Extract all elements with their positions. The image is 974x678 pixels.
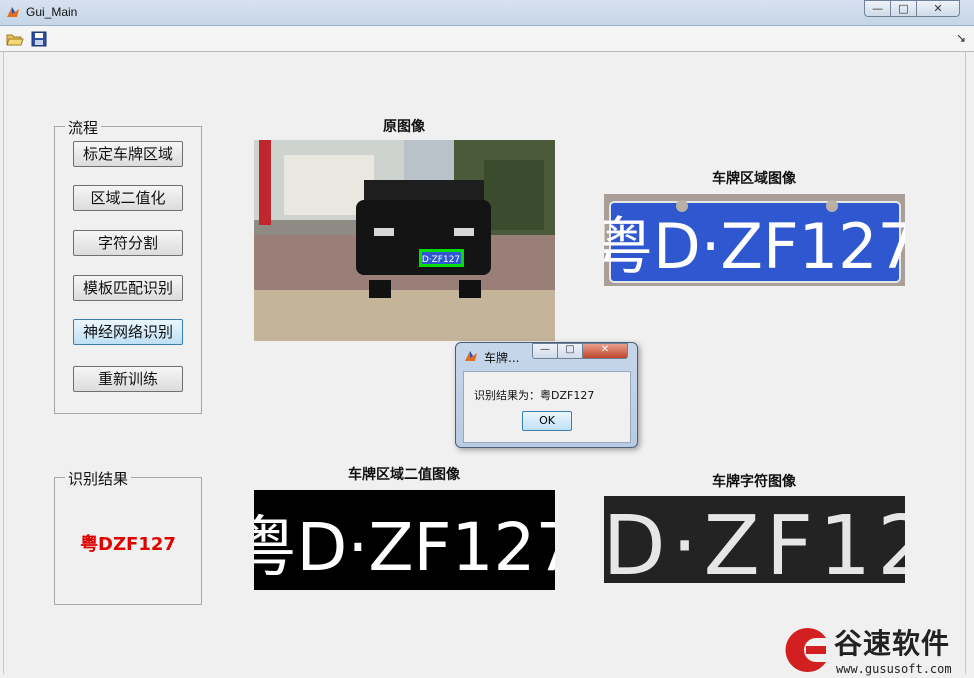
chars-image-title: 车牌字符图像 xyxy=(712,474,796,490)
watermark-text: 谷速软件 xyxy=(834,627,951,660)
result-panel: 识别结果 粤DZF127 xyxy=(54,468,202,605)
plate-region-image: 粤D·ZF127 xyxy=(604,194,905,286)
retrain-button[interactable]: 重新训练 xyxy=(73,366,183,392)
binary-image-title: 车牌区域二值图像 xyxy=(348,467,460,483)
binary-plate-text: 粤D·ZF127 xyxy=(254,509,555,586)
save-icon[interactable] xyxy=(30,30,48,48)
process-panel-label: 流程 xyxy=(65,117,102,138)
neural-network-button[interactable]: 神经网络识别 xyxy=(73,319,183,345)
result-dialog: 车牌... — □ ✕ 识别结果为：粤DZF127 OK xyxy=(455,342,638,448)
recognition-result: 粤DZF127 xyxy=(80,534,176,555)
process-panel: 流程 标定车牌区域 区域二值化 字符分割 模板匹配识别 神经网络识别 重新训练 xyxy=(54,117,202,414)
toolbar-overflow-icon[interactable]: ↘ xyxy=(956,31,966,45)
gusu-logo-icon xyxy=(785,628,826,672)
template-match-button[interactable]: 模板匹配识别 xyxy=(73,275,183,301)
svg-text:D·ZF127: D·ZF127 xyxy=(422,255,460,265)
dialog-body: 识别结果为：粤DZF127 OK xyxy=(463,371,631,443)
plate-region-text: 粤D·ZF127 xyxy=(604,210,905,283)
matlab-logo-icon xyxy=(465,351,477,361)
original-car-image: D·ZF127 xyxy=(254,140,555,341)
original-image-title: 原图像 xyxy=(383,119,425,135)
matlab-logo-icon xyxy=(7,7,19,17)
dialog-close-button[interactable]: ✕ xyxy=(582,343,628,359)
plate-chars-text: 粤D·ZF127 xyxy=(604,499,905,583)
dialog-title: 车牌... xyxy=(484,351,520,365)
binary-plate-image: 粤D·ZF127 xyxy=(254,490,555,590)
locate-plate-button[interactable]: 标定车牌区域 xyxy=(73,141,183,167)
toolbar: ↘ xyxy=(0,26,974,52)
binarize-region-button[interactable]: 区域二值化 xyxy=(73,185,183,211)
watermark: 谷速软件 www.gususoft.com xyxy=(776,620,974,678)
title-bar: Gui_Main — □ ✕ xyxy=(0,0,974,26)
minimize-button[interactable]: — xyxy=(864,0,891,17)
window-title: Gui_Main xyxy=(26,5,78,19)
folder-open-icon[interactable] xyxy=(6,30,24,48)
close-button[interactable]: ✕ xyxy=(916,0,960,17)
dialog-minimize-button[interactable]: — xyxy=(532,343,558,359)
watermark-url: www.gususoft.com xyxy=(836,662,952,676)
plate-chars-image: 粤D·ZF127 xyxy=(604,496,905,583)
result-panel-label: 识别结果 xyxy=(65,468,132,489)
plate-region-title: 车牌区域图像 xyxy=(712,171,796,187)
maximize-button[interactable]: □ xyxy=(890,0,917,17)
dialog-ok-button[interactable]: OK xyxy=(522,411,572,431)
dialog-maximize-button[interactable]: □ xyxy=(557,343,583,359)
segment-characters-button[interactable]: 字符分割 xyxy=(73,230,183,256)
dialog-message: 识别结果为：粤DZF127 xyxy=(474,389,595,402)
